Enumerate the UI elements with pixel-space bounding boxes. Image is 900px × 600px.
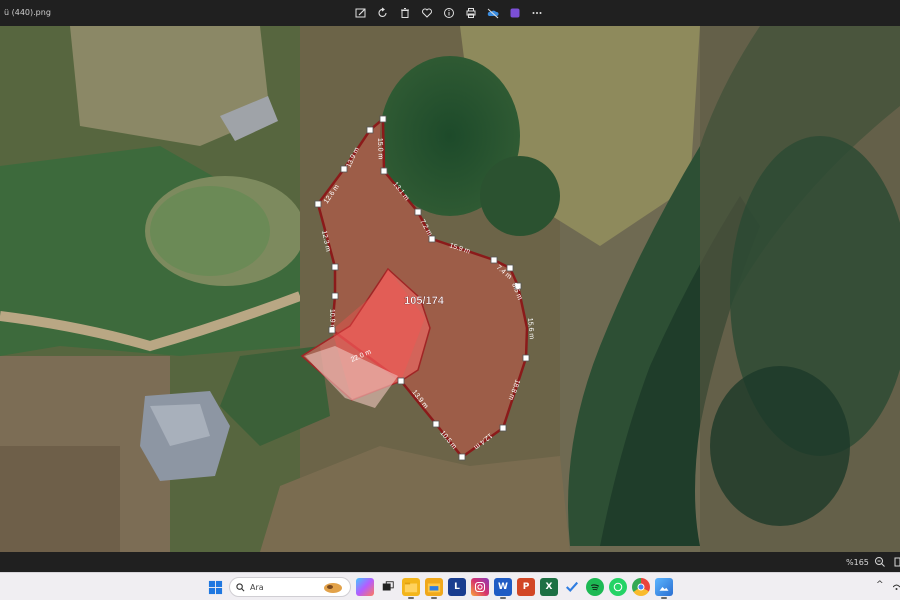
excel-icon[interactable]: X — [540, 578, 558, 596]
todo-icon[interactable] — [563, 578, 581, 596]
zoom-out-icon[interactable] — [874, 556, 886, 568]
search-icon — [236, 582, 245, 591]
delete-icon[interactable] — [396, 4, 414, 22]
file-name: ü (440).png — [4, 8, 51, 17]
windows-start-icon[interactable] — [206, 578, 224, 596]
edge-length-label: 10.9 m — [328, 309, 336, 331]
fit-window-icon[interactable] — [894, 556, 900, 568]
copilot-icon[interactable] — [356, 578, 374, 596]
info-icon[interactable] — [440, 4, 458, 22]
taskbar-icons: Ara L W P X — [206, 576, 673, 599]
network-icon[interactable] — [893, 579, 900, 591]
word-glyph: W — [498, 582, 508, 592]
image-viewport[interactable]: 105/174 12.6 m 13.9 m 15.0 m 13.1 m 12.3… — [0, 26, 900, 552]
edit-image-icon[interactable] — [352, 4, 370, 22]
more-options-icon[interactable] — [528, 4, 546, 22]
file-explorer-icon[interactable] — [402, 578, 420, 599]
rotate-icon[interactable] — [374, 4, 392, 22]
word-icon[interactable]: W — [494, 578, 512, 599]
image-toolbar — [352, 4, 546, 22]
photos-app-window: ü (440).png 105/174 12.6 m 13.9 m 15.0 m… — [0, 0, 900, 600]
parcel-number-label: 105/174 — [404, 295, 445, 307]
photos-icon[interactable] — [655, 578, 673, 599]
whatsapp-icon[interactable] — [609, 578, 627, 596]
satellite-image: 105/174 12.6 m 13.9 m 15.0 m 13.1 m 12.3… — [0, 26, 900, 552]
spotify-icon[interactable] — [586, 578, 604, 596]
onedrive-icon[interactable] — [484, 4, 502, 22]
favorite-heart-icon[interactable] — [418, 4, 436, 22]
print-icon[interactable] — [462, 4, 480, 22]
windows-taskbar: Ara L W P X ^ — [0, 572, 900, 600]
edge-length-label: 15.0 m — [376, 138, 384, 160]
powerpoint-glyph: P — [522, 582, 530, 592]
explorer-folder-icon[interactable] — [425, 578, 443, 599]
instagram-icon[interactable] — [471, 578, 489, 596]
excel-glyph: X — [545, 582, 553, 592]
title-bar: ü (440).png — [0, 0, 900, 26]
search-highlight-icon — [324, 583, 342, 593]
taskbar-search[interactable]: Ara — [229, 577, 351, 597]
clipchamp-icon[interactable] — [506, 4, 524, 22]
search-placeholder: Ara — [250, 582, 264, 592]
task-view-icon[interactable] — [379, 578, 397, 596]
zoom-level[interactable]: %165 — [846, 558, 869, 567]
chrome-icon[interactable] — [632, 578, 650, 596]
l-app-glyph: L — [454, 582, 460, 592]
l-app-icon[interactable]: L — [448, 578, 466, 596]
status-bar: %165 — [0, 552, 900, 572]
powerpoint-icon[interactable]: P — [517, 578, 535, 596]
tray-overflow-chevron[interactable]: ^ — [876, 580, 884, 590]
